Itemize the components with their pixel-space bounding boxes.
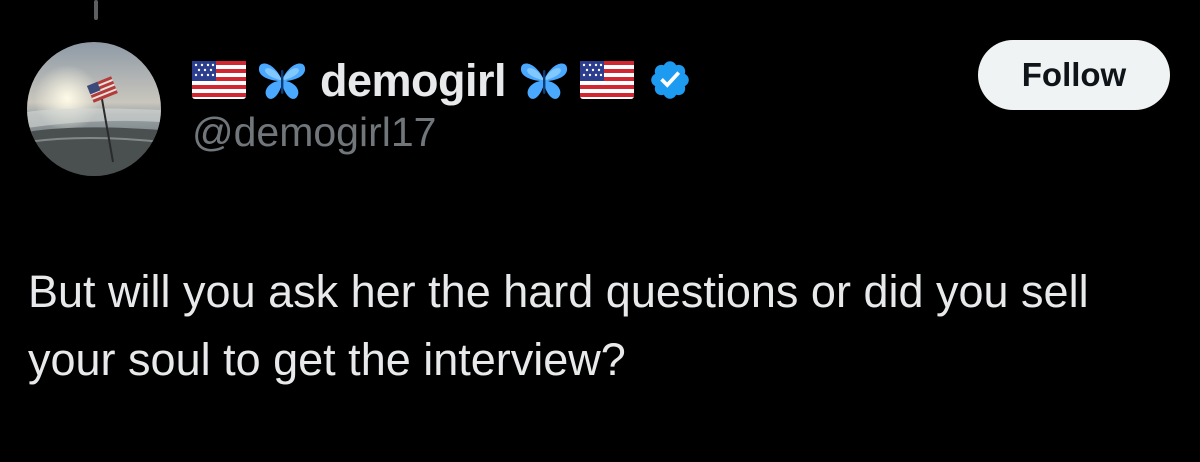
author-handle[interactable]: @demogirl17: [192, 112, 436, 153]
us-flag-icon: [580, 61, 635, 99]
author-display-name[interactable]: demogirl: [318, 58, 508, 103]
avatar-image: [27, 42, 161, 176]
follow-button[interactable]: Follow: [978, 40, 1170, 110]
verified-badge-icon[interactable]: [648, 58, 692, 102]
author-avatar[interactable]: [27, 42, 161, 176]
author-header: demogirl: [192, 44, 692, 116]
butterfly-icon: [256, 58, 308, 102]
us-flag-icon: [192, 61, 246, 99]
butterfly-icon: [518, 58, 570, 102]
tweet-text: But will you ask her the hard questions …: [28, 266, 1089, 385]
thread-connector-line: [94, 0, 98, 20]
